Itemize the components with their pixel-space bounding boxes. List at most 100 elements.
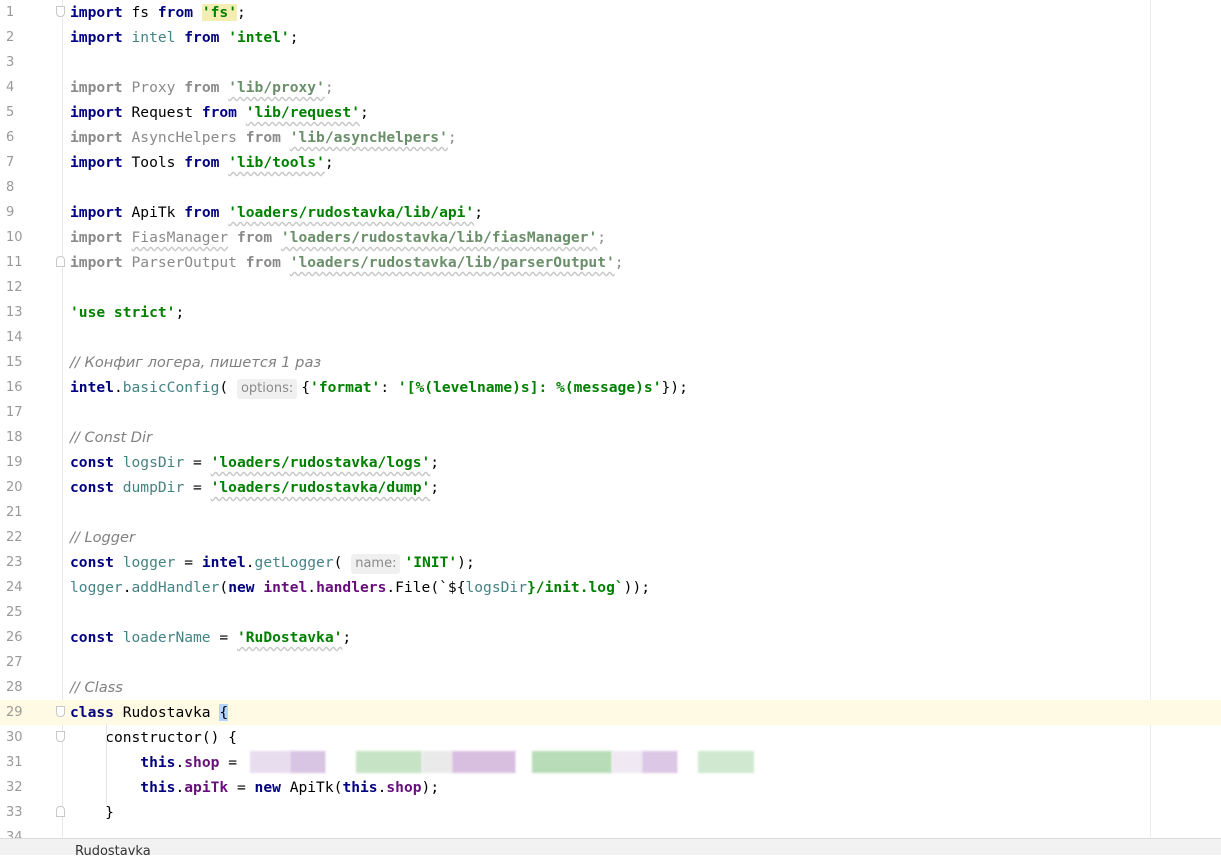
code-line[interactable]: 23 const logger = intel.getLogger( name: '… bbox=[0, 550, 1221, 575]
code-line[interactable]: 20 const dumpDir = 'loaders/rudostavka/du… bbox=[0, 475, 1221, 500]
code-token: logger bbox=[122, 554, 176, 571]
code-token: loaderName bbox=[122, 629, 211, 646]
code-token: shop bbox=[386, 779, 422, 796]
code-token: Tools bbox=[131, 154, 176, 171]
code-token: import bbox=[70, 154, 123, 171]
code-line[interactable]: 30 constructor() { bbox=[0, 725, 1221, 750]
code-line[interactable]: 34 bbox=[0, 825, 1221, 838]
code-token: constructor bbox=[105, 729, 202, 746]
code-text: const dumpDir = 'loaders/rudostavka/dump… bbox=[70, 479, 440, 496]
redacted-region bbox=[532, 751, 612, 773]
code-token: this bbox=[140, 779, 176, 796]
code-line[interactable]: 6 import AsyncHelpers from 'lib/asyncHelp… bbox=[0, 125, 1221, 150]
code-line[interactable]: 5 import Request from 'lib/request'; bbox=[0, 100, 1221, 125]
code-line[interactable]: 25 bbox=[0, 600, 1221, 625]
line-number: 34 bbox=[6, 830, 23, 838]
code-line[interactable]: 1 import fs from 'fs'; bbox=[0, 0, 1221, 25]
code-token: FiasManager bbox=[131, 229, 229, 246]
code-line[interactable]: 3 bbox=[0, 50, 1221, 75]
code-line[interactable]: 21 bbox=[0, 500, 1221, 525]
fold-marker-icon[interactable] bbox=[56, 731, 65, 742]
code-token: handlers bbox=[316, 579, 387, 596]
code-token: from bbox=[184, 79, 220, 96]
code-line[interactable]: 24 logger.addHandler(new intel.handlers.F… bbox=[0, 575, 1221, 600]
code-text: this.apiTk = new ApiTk(this.shop); bbox=[140, 779, 440, 796]
line-number: 29 bbox=[6, 705, 23, 720]
code-text: import intel from 'intel'; bbox=[70, 25, 299, 50]
code-token: new bbox=[228, 579, 255, 596]
code-text: import ParserOutput from 'loaders/rudost… bbox=[70, 250, 624, 275]
line-number: 4 bbox=[6, 80, 15, 95]
code-token: ; bbox=[430, 454, 440, 471]
code-line[interactable]: 17 bbox=[0, 400, 1221, 425]
code-line[interactable]: 27 bbox=[0, 650, 1221, 675]
line-number: 6 bbox=[6, 130, 15, 145]
code-token: AsyncHelpers bbox=[131, 129, 237, 146]
code-line[interactable]: 4 import Proxy from 'lib/proxy'; bbox=[0, 75, 1221, 100]
code-token: 'loaders/rudostavka/logs' bbox=[210, 454, 431, 471]
code-line[interactable]: 32 this.apiTk = new ApiTk(this.shop); bbox=[0, 775, 1221, 800]
code-line[interactable]: 28 // Class bbox=[0, 675, 1221, 700]
fold-marker-icon[interactable] bbox=[56, 806, 65, 817]
code-token: const bbox=[70, 454, 114, 471]
code-text: import FiasManager from 'loaders/rudosta… bbox=[70, 225, 606, 250]
line-number: 3 bbox=[6, 55, 15, 70]
code-token: import bbox=[70, 229, 123, 246]
code-line[interactable]: 9 import ApiTk from 'loaders/rudostavka/l… bbox=[0, 200, 1221, 225]
code-text: import Proxy from 'lib/proxy'; bbox=[70, 75, 334, 100]
redacted-region bbox=[250, 751, 290, 773]
line-number: 33 bbox=[6, 805, 23, 820]
code-editor[interactable]: 1 import fs from 'fs'; 2 import intel from … bbox=[0, 0, 1221, 838]
code-token: import bbox=[70, 129, 123, 146]
code-token: ; bbox=[447, 129, 457, 146]
code-line[interactable]: 14 bbox=[0, 325, 1221, 350]
code-token: }/init.log` bbox=[527, 579, 624, 596]
code-line[interactable]: 13 'use strict'; bbox=[0, 300, 1221, 325]
fold-marker-icon[interactable] bbox=[56, 256, 65, 267]
code-line[interactable]: 19 const logsDir = 'loaders/rudostavka/lo… bbox=[0, 450, 1221, 475]
code-line[interactable]: 2 import intel from 'intel'; bbox=[0, 25, 1221, 50]
code-line[interactable]: 15 // Конфиг логера, пишется 1 раз bbox=[0, 350, 1221, 375]
code-line[interactable]: 7 import Tools from 'lib/tools'; bbox=[0, 150, 1221, 175]
code-token: 'lib/tools' bbox=[228, 154, 325, 171]
line-number: 9 bbox=[6, 205, 15, 220]
redacted-region bbox=[422, 751, 452, 773]
line-number: 25 bbox=[6, 605, 23, 620]
code-token: // Logger bbox=[70, 529, 136, 546]
redacted-region bbox=[678, 751, 698, 773]
breadcrumb-item-rudostavka[interactable]: Rudostavka bbox=[75, 845, 151, 859]
code-line[interactable]: 22 // Logger bbox=[0, 525, 1221, 550]
code-token: const bbox=[70, 554, 114, 571]
code-line[interactable]: 33 } bbox=[0, 800, 1221, 825]
code-line[interactable]: 11 import ParserOutput from 'loaders/rudo… bbox=[0, 250, 1221, 275]
line-number: 7 bbox=[6, 155, 15, 170]
code-token: 'format' bbox=[310, 379, 381, 396]
code-token: ; bbox=[430, 479, 440, 496]
redacted-region bbox=[698, 751, 754, 773]
code-line[interactable]: 12 bbox=[0, 275, 1221, 300]
code-text: 'use strict'; bbox=[70, 300, 184, 325]
code-token: Rudostavka bbox=[122, 704, 211, 721]
code-line[interactable]: 16 intel.basicConfig( options: {'format': … bbox=[0, 375, 1221, 400]
code-line[interactable]: 18 // Const Dir bbox=[0, 425, 1221, 450]
redacted-region bbox=[326, 751, 356, 773]
fold-marker-icon[interactable] bbox=[56, 6, 65, 17]
code-token: // Class bbox=[70, 679, 123, 696]
code-token: addHandler bbox=[131, 579, 220, 596]
code-text: // Const Dir bbox=[70, 425, 152, 450]
code-token: Request bbox=[131, 104, 194, 121]
line-number: 23 bbox=[6, 555, 23, 570]
code-line[interactable]: 10 import FiasManager from 'loaders/rudos… bbox=[0, 225, 1221, 250]
code-token: import bbox=[70, 104, 123, 121]
line-number: 20 bbox=[6, 480, 23, 495]
code-token: const bbox=[70, 479, 114, 496]
line-number: 15 bbox=[6, 355, 23, 370]
code-line[interactable]: 8 bbox=[0, 175, 1221, 200]
code-token: ApiTk bbox=[131, 204, 176, 221]
code-token: from bbox=[184, 204, 220, 221]
fold-marker-icon[interactable] bbox=[56, 706, 65, 717]
code-token: File bbox=[395, 579, 431, 596]
code-token: fs bbox=[131, 4, 150, 21]
code-line[interactable]: 29 class Rudostavka { bbox=[0, 700, 1221, 725]
code-line[interactable]: 26 const loaderName = 'RuDostavka'; bbox=[0, 625, 1221, 650]
